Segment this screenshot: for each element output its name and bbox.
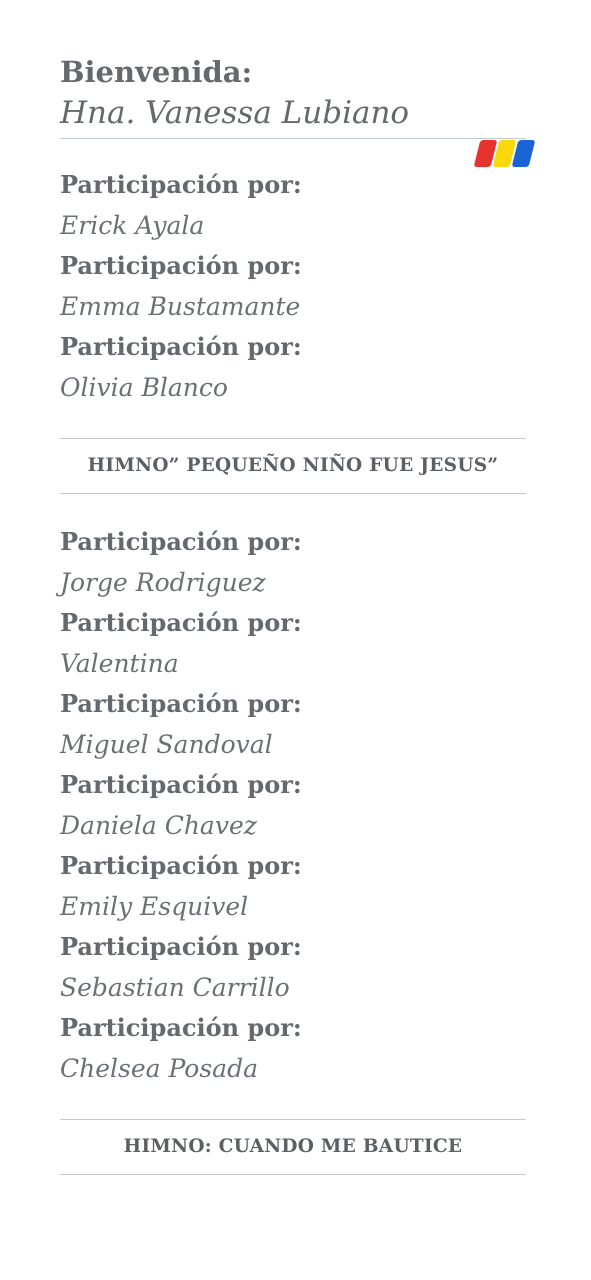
participant-name: Miguel Sandoval bbox=[60, 729, 273, 759]
participant-name: Emily Esquivel bbox=[60, 891, 249, 921]
participation-role: Participación por: bbox=[60, 332, 302, 361]
welcome-name: Hna. Vanessa Lubiano bbox=[60, 95, 410, 131]
participation-role: Participación por: bbox=[60, 932, 302, 961]
participation-role: Participación por: bbox=[60, 170, 302, 199]
participant-name: Olivia Blanco bbox=[60, 372, 228, 402]
participation-role: Participación por: bbox=[60, 527, 302, 556]
divider bbox=[60, 1174, 526, 1175]
participation-role: Participación por: bbox=[60, 1013, 302, 1042]
participation-list-1: Participación por: Erick Ayala Participa… bbox=[60, 165, 526, 408]
participant-name: Jorge Rodriguez bbox=[60, 567, 266, 597]
participation-role: Participación por: bbox=[60, 689, 302, 718]
participant-name: Sebastian Carrillo bbox=[60, 972, 290, 1002]
participation-role: Participación por: bbox=[60, 608, 302, 637]
participant-name: Emma Bustamante bbox=[60, 291, 301, 321]
participation-list-2: Participación por: Jorge Rodriguez Parti… bbox=[60, 522, 526, 1089]
welcome-label: Bienvenida: bbox=[60, 55, 253, 89]
participation-role: Participación por: bbox=[60, 251, 302, 280]
participation-role: Participación por: bbox=[60, 851, 302, 880]
participant-name: Chelsea Posada bbox=[60, 1053, 258, 1083]
divider bbox=[60, 138, 526, 139]
participant-name: Erick Ayala bbox=[60, 210, 205, 240]
participant-name: Valentina bbox=[60, 648, 179, 678]
hymn-title: HIMNO” PEQUEÑO NIÑO FUE JESUS” bbox=[87, 455, 499, 476]
hymn-section-2: HIMNO: CUANDO ME BAUTICE bbox=[60, 1119, 526, 1175]
program-page: Bienvenida: Hna. Vanessa Lubiano Partici… bbox=[60, 52, 526, 1175]
hymn-title: HIMNO: CUANDO ME BAUTICE bbox=[123, 1136, 463, 1157]
divider bbox=[60, 493, 526, 494]
hymn-section-1: HIMNO” PEQUEÑO NIÑO FUE JESUS” bbox=[60, 438, 526, 494]
participation-role: Participación por: bbox=[60, 770, 302, 799]
welcome-section: Bienvenida: Hna. Vanessa Lubiano bbox=[60, 52, 526, 139]
participant-name: Daniela Chavez bbox=[60, 810, 257, 840]
